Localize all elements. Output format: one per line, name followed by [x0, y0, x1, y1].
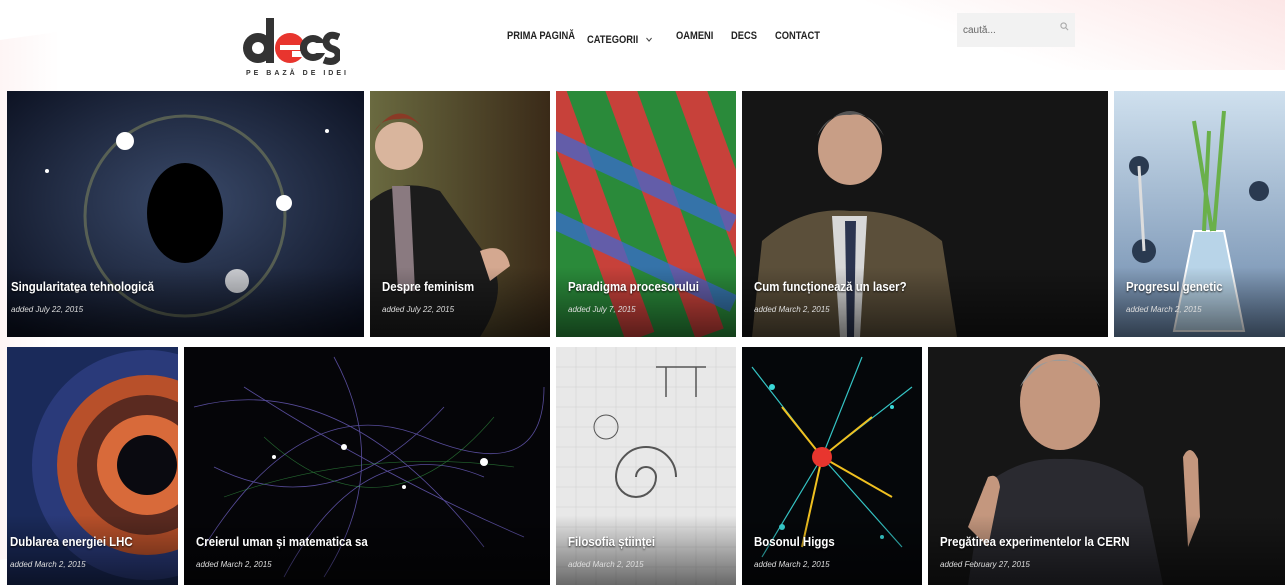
logo-tagline: PE BAZĂ DE IDEI [246, 70, 349, 77]
site-header: PE BAZĂ DE IDEI PRIMA PAGINĂ CATEGORII O… [0, 0, 1285, 88]
nav-contact[interactable]: CONTACT [775, 30, 820, 42]
search-icon[interactable] [1060, 22, 1069, 31]
post-date: added March 2, 2015 [754, 560, 830, 569]
post-tile-singularitatea[interactable]: Singularitatea tehnologică added July 22… [7, 91, 364, 337]
post-date: added July 7, 2015 [568, 305, 636, 314]
post-tile-experimente-cern[interactable]: Pregătirea experimentelor la CERN added … [928, 347, 1285, 585]
post-tile-creierul-uman[interactable]: Creierul uman și matematica sa added Mar… [184, 347, 550, 585]
search-input[interactable] [957, 13, 1047, 47]
post-date: added March 2, 2015 [1126, 305, 1202, 314]
caption-shade [184, 515, 550, 585]
post-tile-dublarea-energiei-lhc[interactable]: Dublarea energiei LHC added March 2, 201… [7, 347, 178, 585]
post-title: Bosonul Higgs [754, 534, 835, 549]
search-box [957, 13, 1075, 47]
post-date: added March 2, 2015 [196, 560, 272, 569]
post-date: added February 27, 2015 [940, 560, 1030, 569]
main-nav: PRIMA PAGINĂ CATEGORII OAMENI DECS CONTA… [507, 30, 820, 46]
post-tile-laser[interactable]: Cum funcționează un laser? added March 2… [742, 91, 1108, 337]
post-title: Pregătirea experimentelor la CERN [940, 534, 1130, 549]
post-title: Cum funcționează un laser? [754, 279, 907, 294]
caption-shade [370, 267, 550, 337]
post-tile-progresul-genetic[interactable]: Progresul genetic added March 2, 2015 [1114, 91, 1285, 337]
logo-mark [243, 18, 342, 65]
caption-shade [7, 267, 364, 337]
post-title: Creierul uman și matematica sa [196, 534, 368, 549]
post-title: Singularitatea tehnologică [11, 279, 155, 294]
chevron-down-icon [646, 37, 653, 42]
caption-shade [742, 267, 1108, 337]
post-title: Paradigma procesorului [568, 279, 699, 294]
caption-shade [556, 515, 736, 585]
post-date: added March 2, 2015 [10, 560, 86, 569]
caption-shade [742, 515, 922, 585]
nav-prima-pagina[interactable]: PRIMA PAGINĂ [507, 30, 575, 42]
post-title: Progresul genetic [1126, 279, 1223, 294]
caption-shade [556, 267, 736, 337]
post-tile-bosonul-higgs[interactable]: Bosonul Higgs added March 2, 2015 [742, 347, 922, 585]
post-tile-despre-feminism[interactable]: Despre feminism added July 22, 2015 [370, 91, 550, 337]
post-date: added March 2, 2015 [568, 560, 644, 569]
caption-shade [1114, 267, 1285, 337]
post-title: Filosofia științei [568, 534, 656, 549]
post-tile-filosofia-stiintei[interactable]: Filosofia științei added March 2, 2015 [556, 347, 736, 585]
nav-categorii-label: CATEGORII [587, 34, 639, 46]
post-date: added March 2, 2015 [754, 305, 830, 314]
post-tile-paradigma-procesorului[interactable]: Paradigma procesorului added July 7, 201… [556, 91, 736, 337]
nav-categorii[interactable]: CATEGORII [587, 34, 653, 46]
caption-shade [7, 515, 178, 585]
nav-decs[interactable]: DECS [731, 30, 757, 42]
post-title: Despre feminism [382, 279, 475, 294]
post-date: added July 22, 2015 [11, 305, 84, 314]
post-date: added July 22, 2015 [382, 305, 455, 314]
caption-shade [928, 515, 1285, 585]
nav-oameni[interactable]: OAMENI [676, 30, 713, 42]
post-title: Dublarea energiei LHC [10, 534, 133, 549]
